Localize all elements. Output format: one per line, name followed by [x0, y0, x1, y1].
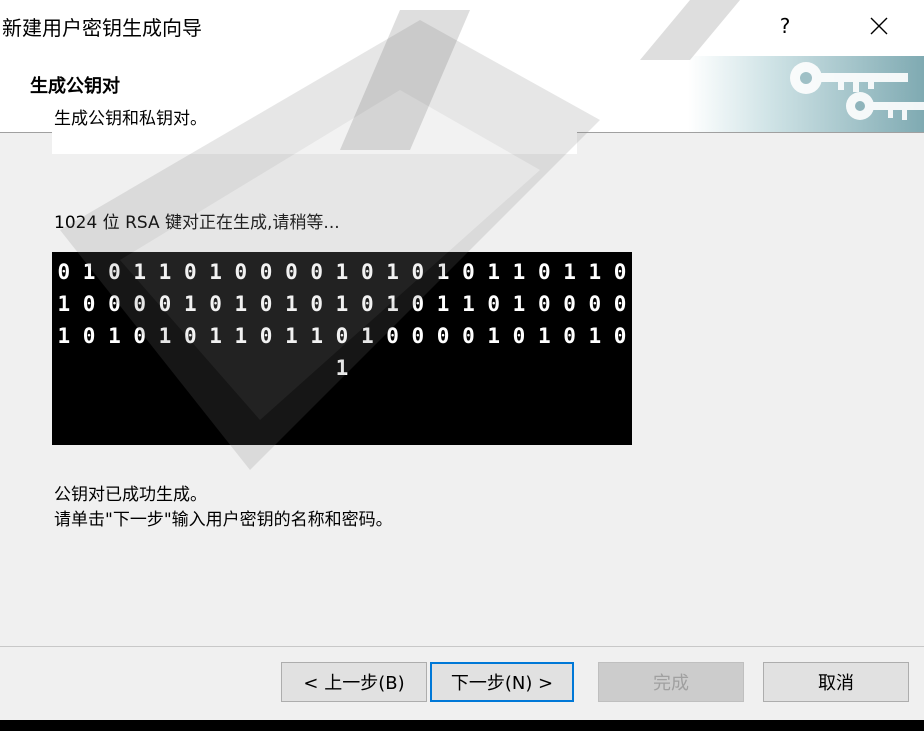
- close-icon: [870, 17, 888, 35]
- page-subtitle: 生成公钥和私钥对。: [54, 109, 207, 129]
- subtitle-backdrop: [52, 132, 577, 154]
- binary-line: 1 0 0 0 0 1 0 1 0 1 0 1 0 1 0 1 1 0 1 0 …: [57, 292, 627, 316]
- title-bar: 新建用户密钥生成向导 ?: [0, 0, 924, 56]
- result-message: 公钥对已成功生成。 请单击"下一步"输入用户密钥的名称和密码。: [54, 483, 393, 533]
- footer-divider: [0, 646, 924, 647]
- cancel-button[interactable]: 取消: [763, 662, 909, 702]
- generation-status-label: 1024 位 RSA 键对正在生成,请稍等...: [54, 213, 340, 233]
- wizard-dialog: 新建用户密钥生成向导 ? 生成公钥对 生成公钥和私钥对。 1024 位 RSA …: [0, 0, 924, 720]
- key-generation-display: 0 1 0 1 1 0 1 0 0 0 0 1 0 1 0 1 0 1 1 0 …: [52, 252, 632, 445]
- finish-button[interactable]: 完成: [598, 662, 744, 702]
- binary-line: 1 0 1 0 1 0 1 1 0 1 1 0 1 0 0 0 0 1 0 1 …: [57, 324, 627, 348]
- keys-banner-icon: [688, 56, 924, 132]
- help-icon: ?: [779, 14, 791, 38]
- binary-line: 1: [335, 356, 349, 380]
- binary-line: 0 1 0 1 1 0 1 0 0 0 0 1 0 1 0 1 0 1 1 0 …: [57, 260, 627, 284]
- help-button[interactable]: ?: [762, 6, 808, 46]
- page-title: 生成公钥对: [30, 76, 120, 97]
- back-button[interactable]: < 上一步(B): [281, 662, 427, 702]
- next-button[interactable]: 下一步(N) >: [430, 662, 574, 702]
- instruction-message: 请单击"下一步"输入用户密钥的名称和密码。: [54, 510, 393, 530]
- close-button[interactable]: [856, 6, 902, 46]
- window-title: 新建用户密钥生成向导: [2, 16, 202, 40]
- success-message: 公钥对已成功生成。: [54, 485, 207, 505]
